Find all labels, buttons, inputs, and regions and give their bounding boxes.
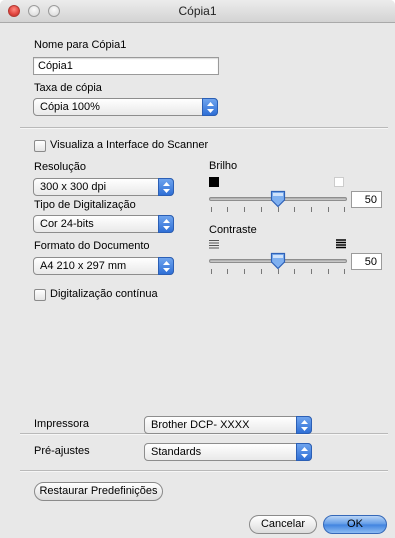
copy-rate-label: Taxa de cópia xyxy=(34,82,102,94)
dark-swatch-icon xyxy=(209,177,219,187)
separator xyxy=(20,470,388,472)
presets-popup[interactable]: Standards xyxy=(144,443,312,461)
contrast-value-field[interactable]: 50 xyxy=(351,253,382,270)
light-swatch-icon xyxy=(334,177,344,187)
printer-label: Impressora xyxy=(34,418,90,430)
brightness-label: Brilho xyxy=(209,160,238,172)
popup-arrows-icon xyxy=(158,257,174,275)
presets-label: Pré-ajustes xyxy=(34,445,90,457)
name-field[interactable]: Cópia1 xyxy=(33,57,219,75)
scan-type-value: Cor 24-bits xyxy=(40,218,94,230)
low-contrast-icon xyxy=(209,239,219,252)
title-bar: Cópia1 xyxy=(0,0,395,23)
copy-rate-popup[interactable]: Cópia 100% xyxy=(33,98,218,116)
popup-arrows-icon xyxy=(202,98,218,116)
doc-format-label: Formato do Documento xyxy=(34,240,150,252)
dialog-window: Cópia1 Nome para Cópia1 Cópia1 Taxa de c… xyxy=(0,0,395,538)
continuous-scan-label: Digitalização contínua xyxy=(50,288,158,300)
doc-format-popup[interactable]: A4 210 x 297 mm xyxy=(33,257,174,275)
printer-value: Brother DCP- XXXX xyxy=(151,419,250,431)
copy-rate-value: Cópia 100% xyxy=(40,101,100,113)
printer-popup[interactable]: Brother DCP- XXXX xyxy=(144,416,312,434)
brightness-value-field[interactable]: 50 xyxy=(351,191,382,208)
scan-type-label: Tipo de Digitalização xyxy=(34,199,136,211)
scanner-ui-label: Visualiza a Interface do Scanner xyxy=(50,139,209,151)
high-contrast-icon xyxy=(336,239,346,252)
resolution-popup[interactable]: 300 x 300 dpi xyxy=(33,178,174,196)
popup-arrows-icon xyxy=(158,215,174,233)
contrast-slider-thumb[interactable] xyxy=(270,252,286,270)
popup-arrows-icon xyxy=(296,416,312,434)
scan-type-popup[interactable]: Cor 24-bits xyxy=(33,215,174,233)
popup-arrows-icon xyxy=(158,178,174,196)
scanner-ui-checkbox[interactable] xyxy=(34,140,46,152)
popup-arrows-icon xyxy=(296,443,312,461)
restore-defaults-button[interactable]: Restaurar Predefinições xyxy=(34,482,163,501)
resolution-label: Resolução xyxy=(34,161,86,173)
resolution-value: 300 x 300 dpi xyxy=(40,181,107,193)
cancel-button[interactable]: Cancelar xyxy=(249,515,317,534)
name-field-label: Nome para Cópia1 xyxy=(34,39,127,51)
ok-button[interactable]: OK xyxy=(323,515,387,534)
doc-format-value: A4 210 x 297 mm xyxy=(40,260,127,272)
continuous-scan-checkbox[interactable] xyxy=(34,289,46,301)
window-title: Cópia1 xyxy=(178,4,217,18)
presets-value: Standards xyxy=(151,446,202,458)
brightness-slider-thumb[interactable] xyxy=(270,190,286,208)
contrast-label: Contraste xyxy=(209,224,257,236)
separator xyxy=(20,127,388,129)
